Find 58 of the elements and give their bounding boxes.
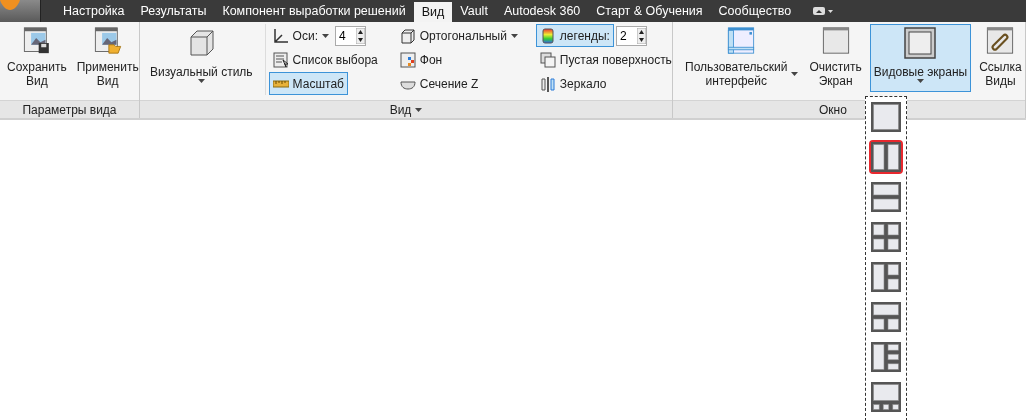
- layout-option[interactable]: [869, 260, 903, 294]
- ribbon-tab[interactable]: Autodesk 360: [495, 0, 589, 22]
- stacked-squares-icon: [539, 51, 556, 68]
- panel-toggle-icon[interactable]: [813, 7, 834, 15]
- ribbon-button[interactable]: Фон: [395, 48, 447, 71]
- background-icon: [399, 51, 416, 68]
- ribbon-button[interactable]: Пустая поверхность: [535, 48, 676, 71]
- ribbon-button[interactable]: Применить Вид: [72, 24, 143, 92]
- layout-option[interactable]: [869, 380, 903, 414]
- ribbon-tab[interactable]: Результаты: [132, 0, 215, 22]
- layout-option[interactable]: [869, 220, 903, 254]
- layout-icon: [871, 102, 901, 132]
- layout-option[interactable]: [869, 300, 903, 334]
- layout-option[interactable]: [869, 180, 903, 214]
- app-menu-button[interactable]: [0, 0, 41, 22]
- ribbon-button[interactable]: Оси:: [268, 24, 333, 47]
- viewport-icon: [904, 27, 937, 59]
- ribbon-button[interactable]: Очистить Экран: [805, 24, 866, 92]
- ribbon-tab[interactable]: Вид: [413, 2, 453, 22]
- panel-title: Вид: [389, 102, 412, 117]
- ribbon-tab[interactable]: Старт & Обучения: [588, 0, 711, 22]
- ribbon-tab[interactable]: Компонент выработки решений: [214, 0, 414, 22]
- panel-title: Параметры вида: [22, 102, 117, 117]
- ribbon-button[interactable]: Ортогональный: [395, 24, 522, 47]
- gradient-icon: [539, 27, 556, 44]
- app-logo-icon: [0, 0, 20, 10]
- spinner-arrows-icon[interactable]: [355, 27, 365, 44]
- ribbon-tab[interactable]: Сообщество: [710, 0, 800, 22]
- number-spinner[interactable]: 2: [615, 25, 647, 46]
- spinner-arrows-icon[interactable]: [636, 27, 646, 44]
- layout-option[interactable]: [869, 140, 903, 174]
- ribbon-tab[interactable]: Vault: [452, 0, 496, 22]
- ribbon-button[interactable]: Зеркало: [535, 72, 611, 95]
- layout-icon: [871, 222, 901, 252]
- list-cursor-icon: [272, 51, 289, 68]
- ribbon-tab[interactable]: Настройка: [55, 0, 133, 22]
- layout-icon: [871, 262, 901, 292]
- panel-title: Окно: [819, 102, 847, 117]
- ribbon-button[interactable]: легенды:: [535, 24, 614, 47]
- ribbon-button[interactable]: Список выбора: [268, 48, 382, 71]
- ribbon-button[interactable]: Ссылка Виды: [975, 24, 1026, 92]
- number-spinner[interactable]: 4: [335, 25, 366, 46]
- ribbon-button[interactable]: Сохранить Вид: [3, 24, 71, 92]
- ribbon-button[interactable]: Видовые экраны: [869, 24, 972, 92]
- ribbon-button[interactable]: Пользовательский интерфейс: [681, 24, 802, 92]
- layout-icon: [871, 182, 901, 212]
- mirror-icon: [539, 75, 556, 92]
- layout-icon: [871, 142, 901, 172]
- ribbon-button[interactable]: Визуальный стиль: [146, 24, 257, 92]
- layout-option[interactable]: [869, 100, 903, 134]
- layout-icon: [871, 302, 901, 332]
- layout-icon: [871, 342, 901, 372]
- layout-option[interactable]: [869, 340, 903, 374]
- ribbon-button[interactable]: Сечение Z: [395, 72, 483, 95]
- layout-icon: [871, 382, 901, 412]
- axes-icon: [272, 27, 289, 44]
- ribbon-button[interactable]: Масштаб: [268, 72, 348, 95]
- box-outline-icon: [399, 27, 416, 44]
